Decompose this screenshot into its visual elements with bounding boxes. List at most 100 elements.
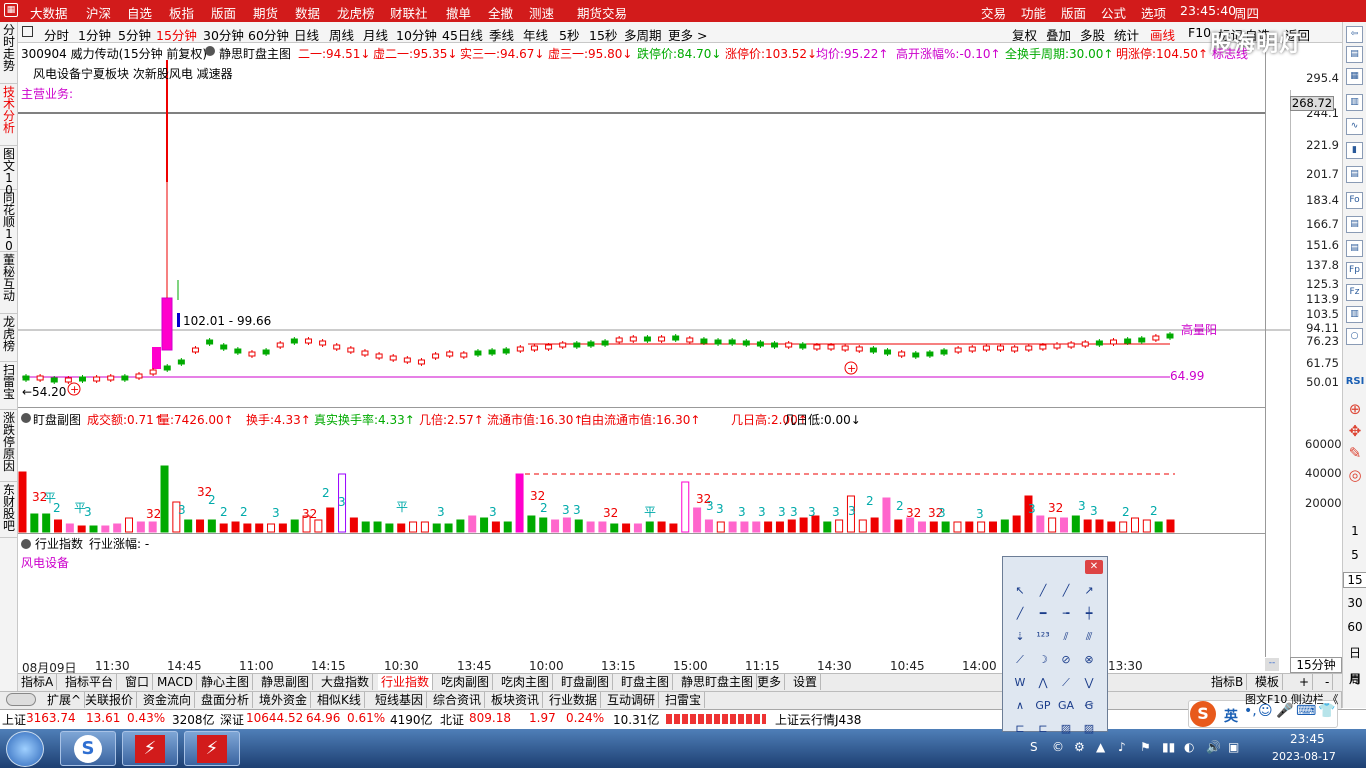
info-tab-8[interactable]: 板块资讯 xyxy=(488,692,544,708)
windows-start-button[interactable] xyxy=(6,731,44,767)
period-select[interactable]: 15分钟 xyxy=(1290,657,1342,673)
draw-tool-icon-9[interactable]: ¹²³ xyxy=(1034,629,1052,645)
right-tool-rsi[interactable]: RSI xyxy=(1343,376,1366,387)
left-nav-item-4[interactable]: 董秘互动 xyxy=(0,252,18,314)
draw-tool-icon-2[interactable]: ╱ xyxy=(1057,583,1075,599)
right-tool-draw-icon-1[interactable]: ✥ xyxy=(1343,422,1366,440)
bottom-tab-14[interactable]: 设置 xyxy=(790,674,822,690)
main-indicator-name[interactable]: 静思盯盘主图 xyxy=(219,45,291,62)
industry-settings-icon[interactable] xyxy=(21,539,31,549)
right-tab-2[interactable]: + xyxy=(1296,674,1314,690)
draw-tool-icon-25[interactable]: ⊏ xyxy=(1034,721,1052,737)
left-nav-item-3[interactable]: 同花顺10 xyxy=(0,190,18,252)
taskbar-app-stock-1-icon[interactable]: ⚡ xyxy=(122,731,178,766)
right-tool-icon-6[interactable]: ▤ xyxy=(1346,166,1363,183)
draw-tool-icon-0[interactable]: ↖ xyxy=(1011,583,1029,599)
right-tool-icon-9[interactable]: ▤ xyxy=(1346,240,1363,257)
right-tool-icon-11[interactable]: Fz xyxy=(1346,284,1363,301)
draw-tool-icon-13[interactable]: ☽ xyxy=(1034,652,1052,668)
draw-tool-icon-23[interactable]: Ꞡ xyxy=(1080,698,1098,714)
bottom-tab-0[interactable]: 指标A xyxy=(18,674,58,690)
right-period-4[interactable]: 30 xyxy=(1343,596,1366,610)
draw-tool-icon-20[interactable]: ∧ xyxy=(1011,698,1029,714)
indicator-settings-icon[interactable] xyxy=(205,46,215,56)
right-tool-icon-3[interactable]: ▥ xyxy=(1346,94,1363,111)
bottom-tab-6[interactable]: 大盘指数 xyxy=(318,674,374,690)
draw-tool-icon-7[interactable]: ┿ xyxy=(1080,606,1098,622)
draw-tool-icon-5[interactable]: ━ xyxy=(1034,606,1052,622)
ime-mode-label[interactable]: 英 xyxy=(1224,706,1238,726)
left-nav-item-2[interactable]: 图文10 xyxy=(0,146,18,196)
tray-icon-1[interactable]: © xyxy=(1052,740,1064,754)
right-tab-3[interactable]: - xyxy=(1322,674,1334,690)
right-period-1[interactable]: 1 xyxy=(1343,524,1366,538)
right-tool-icon-4[interactable]: ∿ xyxy=(1346,118,1363,135)
right-tool-icon-10[interactable]: Fp xyxy=(1346,262,1363,279)
draw-tool-icon-16[interactable]: W xyxy=(1011,675,1029,691)
taskbar-app-stock-2-icon[interactable]: ⚡ xyxy=(184,731,240,766)
sogou-ime-icon[interactable]: S xyxy=(1190,701,1216,727)
draw-tool-icon-18[interactable]: ⟋ xyxy=(1057,675,1075,691)
draw-tool-icon-12[interactable]: ⟋ xyxy=(1011,652,1029,668)
bottom-tab-8[interactable]: 吃肉副图 xyxy=(438,674,494,690)
left-nav-item-1[interactable]: 技术分析 xyxy=(0,84,18,146)
left-nav-item-0[interactable]: 分时走势 xyxy=(0,22,18,84)
draw-tool-icon-26[interactable]: ▨ xyxy=(1057,721,1075,737)
tray-icon-7[interactable]: ◐ xyxy=(1184,740,1194,754)
draw-tool-icon-10[interactable]: ⫽ xyxy=(1057,629,1075,645)
right-period-5[interactable]: 60 xyxy=(1343,620,1366,634)
vol-settings-icon[interactable] xyxy=(21,413,31,423)
info-tab-2[interactable]: 资金流向 xyxy=(140,692,196,708)
draw-tool-icon-17[interactable]: ⋀ xyxy=(1034,675,1052,691)
info-tab-11[interactable]: 扫雷宝 xyxy=(662,692,706,708)
right-tool-draw-icon-3[interactable]: ◎ xyxy=(1343,466,1366,484)
bottom-tab-10[interactable]: 盯盘副图 xyxy=(558,674,614,690)
right-tool-icon-0[interactable]: ⇦ xyxy=(1346,26,1363,43)
draw-tool-icon-4[interactable]: ╱ xyxy=(1011,606,1029,622)
tray-icon-9[interactable]: ▣ xyxy=(1228,740,1239,754)
bottom-tab-12[interactable]: 静思盯盘主图 xyxy=(678,674,758,690)
info-tab-0[interactable]: 扩展^ xyxy=(44,692,86,708)
tray-icon-3[interactable]: ▲ xyxy=(1096,740,1105,754)
draw-tool-icon-8[interactable]: ⇣ xyxy=(1011,629,1029,645)
left-nav-item-8[interactable]: 东财股吧 xyxy=(0,482,18,538)
bottom-tab-5[interactable]: 静思副图 xyxy=(258,674,314,690)
right-tool-icon-7[interactable]: Fo xyxy=(1346,192,1363,209)
bottom-tab-1[interactable]: 指标平台 xyxy=(62,674,118,690)
info-tab-3[interactable]: 盘面分析 xyxy=(198,692,254,708)
right-period-6[interactable]: 日 xyxy=(1343,644,1366,661)
left-nav-item-5[interactable]: 龙虎榜 xyxy=(0,314,18,362)
bottom-tab-2[interactable]: 窗口 xyxy=(122,674,154,690)
draw-tool-icon-27[interactable]: ▨ xyxy=(1080,721,1098,737)
draw-tool-icon-14[interactable]: ⊘ xyxy=(1057,652,1075,668)
info-tab-7[interactable]: 综合资讯 xyxy=(430,692,486,708)
drawing-toolbox[interactable]: ✕ ↖ ╱ ╱ ↗ ╱ ━ ╼ ┿ ⇣ ¹²³ ⫽ ⫻ ⟋ ☽ ⊘ ⊗ W ⋀ ⟋ ⋁ ∧ GP GA Ꞡ ⊏ ⊏ ▨ ▨ xyxy=(1002,556,1108,735)
tray-icon-6[interactable]: ▮▮ xyxy=(1162,740,1175,754)
draw-tool-icon-24[interactable]: ⊏ xyxy=(1011,721,1029,737)
right-period-2[interactable]: 5 xyxy=(1343,548,1366,562)
info-tab-4[interactable]: 境外资金 xyxy=(256,692,312,708)
tray-icon-0[interactable]: S xyxy=(1030,740,1038,754)
info-tab-5[interactable]: 相似K线 xyxy=(314,692,365,708)
bottom-tab-13[interactable]: 更多 xyxy=(754,674,786,690)
info-tab-1[interactable]: 关联报价 xyxy=(82,692,138,708)
draw-tool-icon-19[interactable]: ⋁ xyxy=(1080,675,1098,691)
right-tool-icon-5[interactable]: ▮ xyxy=(1346,142,1363,159)
right-tool-icon-12[interactable]: ▥ xyxy=(1346,306,1363,323)
info-tab-9[interactable]: 行业数据 xyxy=(546,692,602,708)
taskbar-app-sogou-icon[interactable]: S xyxy=(60,731,116,766)
bottom-tab-4[interactable]: 静心主图 xyxy=(198,674,254,690)
right-period-3[interactable]: 15 xyxy=(1343,572,1366,588)
right-tool-draw-icon-0[interactable]: ⊕ xyxy=(1343,400,1366,418)
right-tool-icon-2[interactable]: ▦ xyxy=(1346,68,1363,85)
right-tab-0[interactable]: 指标B xyxy=(1208,674,1248,690)
draw-tool-icon-6[interactable]: ╼ xyxy=(1057,606,1075,622)
bottom-tab-9[interactable]: 吃肉主图 xyxy=(498,674,554,690)
scroll-indicator[interactable]: -- xyxy=(1265,658,1279,671)
draw-tool-icon-3[interactable]: ↗ xyxy=(1080,583,1098,599)
info-tab-10[interactable]: 互动调研 xyxy=(604,692,660,708)
draw-tool-icon-1[interactable]: ╱ xyxy=(1034,583,1052,599)
draw-tool-icon-22[interactable]: GA xyxy=(1057,698,1075,714)
f10-sidebar-tab[interactable]: 图文F10 侧边栏 《 xyxy=(1242,692,1343,708)
right-tool-icon-8[interactable]: ▤ xyxy=(1346,216,1363,233)
